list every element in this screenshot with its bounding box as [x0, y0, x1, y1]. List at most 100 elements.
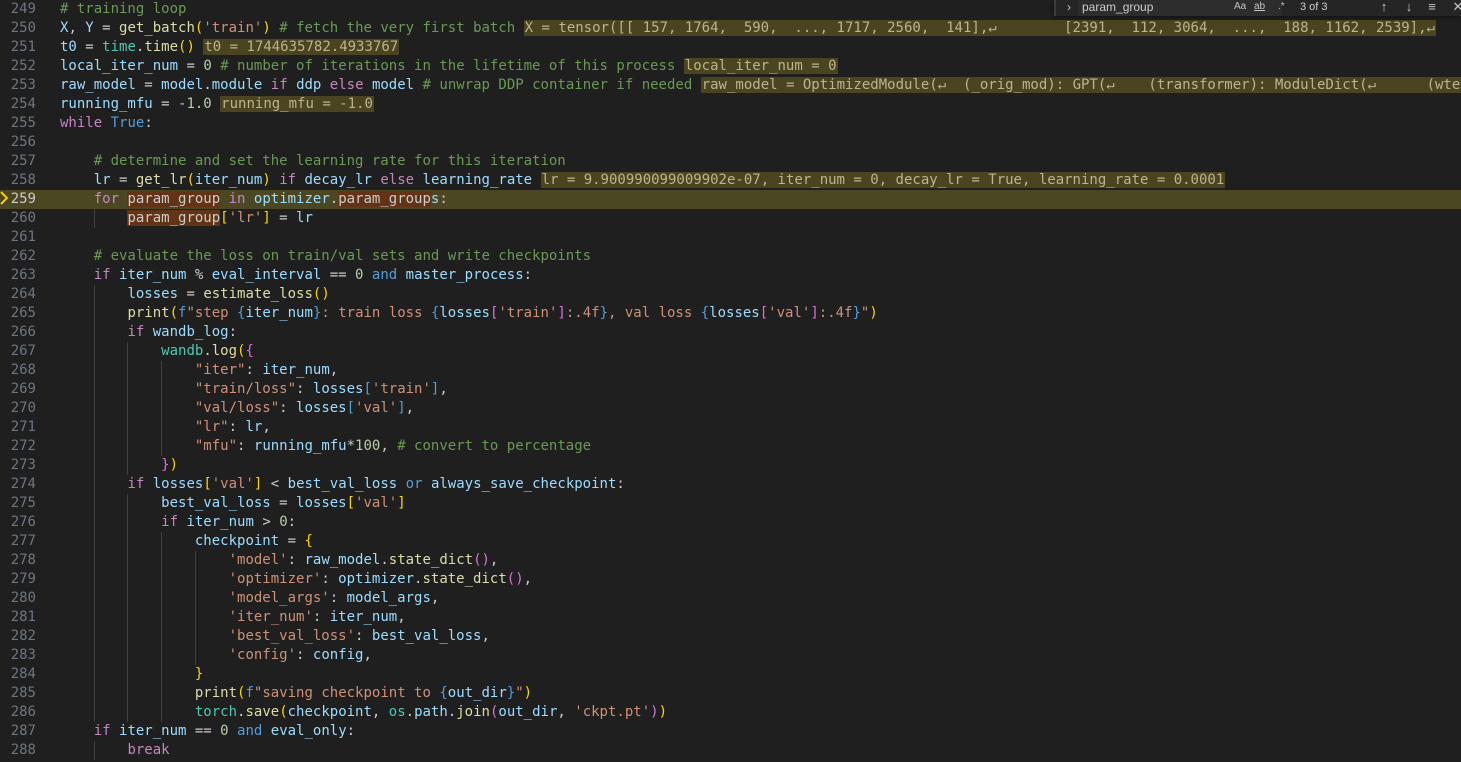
code-line[interactable]: 275 best_val_loss = losses['val']	[0, 494, 1461, 513]
code-line[interactable]: 266 if wandb_log:	[0, 323, 1461, 342]
code-line[interactable]: 262 # evaluate the loss on train/val sets…	[0, 247, 1461, 266]
code-token: learning_rate	[422, 172, 533, 188]
code-token: # number of iterations in the lifetime o…	[220, 58, 676, 74]
code-token: estimate_loss	[203, 286, 313, 302]
code-line[interactable]: 279 'optimizer': optimizer.state_dict(),	[0, 570, 1461, 589]
code-token: ]	[262, 210, 271, 226]
find-in-selection-icon[interactable]: ≡	[1424, 0, 1440, 16]
code-token: iter_num	[329, 609, 398, 625]
code-token: ]	[557, 305, 566, 321]
code-line[interactable]: 269 "train/loss": losses['train'],	[0, 380, 1461, 399]
code-line[interactable]: 285 print(f"saving checkpoint to {out_dir…	[0, 684, 1461, 703]
code-token: )	[262, 172, 271, 188]
code-line[interactable]: 251 t0 = time.time() t0 = 1744635782.4933…	[0, 38, 1461, 57]
code-text: 'model_args': model_args,	[229, 589, 440, 608]
code-token: losses	[709, 305, 760, 321]
line-number: 272	[10, 438, 36, 454]
line-number: 260	[10, 210, 36, 226]
code-line[interactable]: 278 'model': raw_model.state_dict(),	[0, 551, 1461, 570]
code-token: "	[515, 685, 524, 701]
code-token: [	[346, 400, 356, 416]
code-line[interactable]: 260 param_group['lr'] = lr	[0, 209, 1461, 228]
search-match: param_group	[127, 210, 221, 226]
code-token: iter_num	[262, 362, 330, 378]
code-line[interactable]: 286 torch.save(checkpoint, os.path.join(o…	[0, 703, 1461, 722]
code-line[interactable]: 272 "mfu": running_mfu*100, # convert to …	[0, 437, 1461, 456]
code-text: # determine and set the learning rate fo…	[94, 152, 566, 171]
code-line[interactable]: 264 losses = estimate_loss()	[0, 285, 1461, 304]
code-line[interactable]: 288 break	[0, 741, 1461, 760]
code-line[interactable]: 284}	[0, 665, 1461, 684]
code-token: model_args	[346, 590, 431, 606]
code-line[interactable]: 283 'config': config,	[0, 646, 1461, 665]
code-token: if	[161, 514, 179, 530]
code-line[interactable]: 268 "iter": iter_num,	[0, 361, 1461, 380]
code-line[interactable]: 263 if iter_num % eval_interval == 0 and …	[0, 266, 1461, 285]
code-editor[interactable]: 249 # training loop 250 X, Y = get_batch('t…	[0, 0, 1461, 762]
arrow-up-icon[interactable]: ↑	[1376, 0, 1392, 16]
arrow-down-icon[interactable]: ↓	[1401, 0, 1417, 16]
code-token: config	[312, 647, 364, 663]
code-token: :	[616, 476, 625, 492]
code-token: out_dir	[498, 704, 558, 720]
indent-guide	[161, 532, 163, 551]
line-number: 263	[10, 267, 36, 283]
indent-guide	[93, 456, 95, 475]
line-number: 280	[10, 590, 36, 606]
code-token: :.4f	[818, 305, 853, 321]
code-line[interactable]: 258 lr = get_lr(iter_num) if decay_lr els…	[0, 171, 1461, 190]
code-line[interactable]: 276 if iter_num > 0:	[0, 513, 1461, 532]
code-line[interactable]: 256	[0, 133, 1461, 152]
code-text: if iter_num > 0:	[161, 513, 296, 532]
match-case-toggle[interactable]: Aa	[1234, 0, 1246, 16]
code-line[interactable]: 250 X, Y = get_batch('train') # fetch the…	[0, 19, 1461, 38]
code-line[interactable]: 261	[0, 228, 1461, 247]
code-token: running_mfu	[253, 438, 347, 454]
code-token: :	[329, 590, 347, 606]
code-line[interactable]: 277 checkpoint = {	[0, 532, 1461, 551]
line-number: 277	[10, 533, 36, 549]
chevron-right-icon[interactable]: ›	[1062, 0, 1076, 16]
indent-guide	[93, 323, 95, 342]
code-line[interactable]: 253 raw_model = model.module if ddp else …	[0, 76, 1461, 95]
code-line[interactable]: 255 while True:	[0, 114, 1461, 133]
code-line[interactable]: 252 local_iter_num = 0 # number of iterat…	[0, 57, 1461, 76]
indent-guide	[93, 342, 95, 361]
code-line[interactable]: 274 if losses['val'] < best_val_loss or a…	[0, 475, 1461, 494]
code-line[interactable]: 280 'model_args': model_args,	[0, 589, 1461, 608]
whole-word-toggle[interactable]: ab	[1254, 0, 1265, 16]
find-widget: › param_group Aa ab .* 3 of 3 ↑ ↓ ≡ ✕	[1054, 0, 1461, 16]
indent-guide	[161, 361, 163, 380]
code-line[interactable]: 267 wandb.log({	[0, 342, 1461, 361]
line-number: 264	[10, 286, 36, 302]
code-text: if iter_num % eval_interval == 0 and mas…	[94, 266, 532, 285]
indent-guide	[93, 570, 95, 589]
code-token: t0	[60, 39, 77, 55]
code-line[interactable]: 257 # determine and set the learning rate…	[0, 152, 1461, 171]
close-icon[interactable]: ✕	[1450, 0, 1461, 16]
code-line[interactable]: 273})	[0, 456, 1461, 475]
indent-guide	[93, 437, 95, 456]
code-line[interactable]: 271 "lr": lr,	[0, 418, 1461, 437]
code-line[interactable]: 282 'best_val_loss': best_val_loss,	[0, 627, 1461, 646]
regex-toggle[interactable]: .*	[1278, 0, 1285, 16]
inline-debug-value: t0 = 1744635782.4933767	[203, 39, 400, 55]
code-line[interactable]: 265 print(f"step {iter_num}: train loss {…	[0, 304, 1461, 323]
code-text: while True:	[60, 114, 153, 133]
code-line[interactable]: 254 running_mfu = -1.0 running_mfu = -1.0	[0, 95, 1461, 114]
code-token: (	[169, 305, 179, 321]
indent-guide	[127, 684, 129, 703]
code-line[interactable]: 259 for param_group in optimizer.param_gr…	[0, 190, 1461, 209]
indent-guide	[161, 627, 163, 646]
code-line[interactable]: 270 "val/loss": losses['val'],	[0, 399, 1461, 418]
code-token: ,	[68, 20, 86, 36]
find-input[interactable]: param_group	[1078, 0, 1282, 16]
code-line[interactable]: 281 'iter_num': iter_num,	[0, 608, 1461, 627]
code-line[interactable]: 287 if iter_num == 0 and eval_only:	[0, 722, 1461, 741]
code-token: 'train'	[371, 381, 431, 397]
